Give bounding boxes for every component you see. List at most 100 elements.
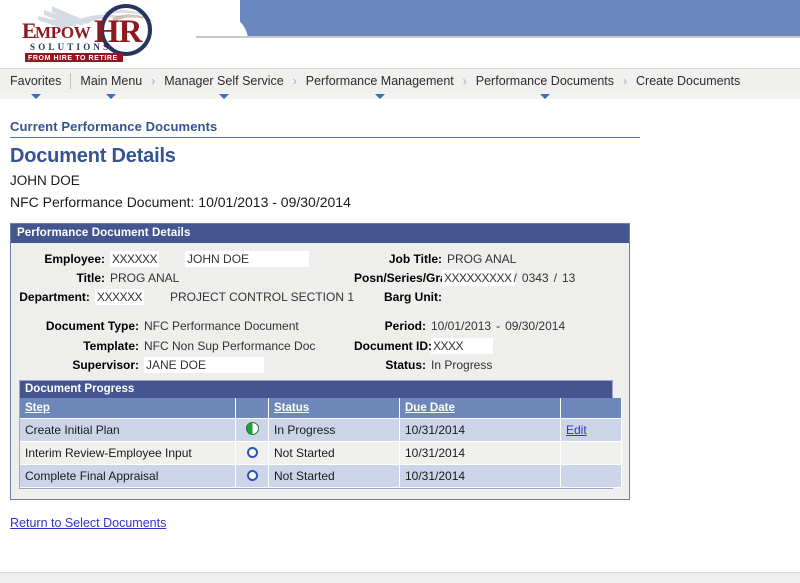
template-value: NFC Non Sup Performance Doc: [144, 339, 316, 353]
half-circle-green-icon: [245, 422, 259, 435]
column-header-icon: [235, 398, 269, 419]
nav-item-label: Create Documents: [636, 74, 741, 88]
series-value: 0343: [521, 271, 549, 285]
cell-status-icon: [235, 441, 269, 465]
template-label: Template:: [83, 339, 139, 353]
nav-item-label: Manager Self Service: [164, 74, 284, 88]
series-separator: /: [513, 271, 517, 285]
document-id-label: Document ID:: [354, 339, 432, 353]
nav-item-create-documents[interactable]: Create Documents: [629, 69, 747, 93]
department-name-value: PROJECT CONTROL SECTION 1: [169, 290, 354, 304]
cell-status: In Progress: [268, 418, 400, 442]
column-header-step[interactable]: Step: [20, 398, 236, 419]
cell-status: Not Started: [268, 464, 400, 488]
document-progress-caption: Document Progress: [20, 381, 612, 398]
title-label: Title:: [76, 271, 105, 285]
employee-label: Employee:: [44, 252, 105, 266]
period-end-value: 09/30/2014: [505, 319, 566, 333]
nav-separator: [70, 73, 72, 89]
job-title-value: PROG ANAL: [447, 252, 517, 266]
document-period-heading: NFC Performance Document: 10/01/2013 - 0…: [10, 194, 351, 210]
cell-due-date: 10/31/2014: [399, 418, 561, 442]
field-row-title: Title: PROG ANAL Posn/Series/Grade XXXXX…: [19, 270, 621, 287]
chevron-right-icon: ›: [623, 74, 628, 88]
department-id-value: XXXXXX: [94, 289, 144, 305]
status-value: In Progress: [431, 358, 493, 372]
table-row: Create Initial Plan In Progress 10/31/20…: [20, 418, 622, 442]
performance-document-details-panel: Performance Document Details Employee: X…: [10, 223, 630, 500]
panel-title: Performance Document Details: [11, 224, 629, 243]
return-to-select-documents-link[interactable]: Return to Select Documents: [10, 516, 166, 530]
svg-text:SOLUTIONS: SOLUTIONS: [30, 42, 111, 52]
nav-item-label: Main Menu: [80, 74, 143, 88]
svg-text:MPOW: MPOW: [35, 23, 91, 42]
edit-link[interactable]: Edit: [566, 423, 587, 437]
grade-separator: /: [553, 271, 557, 285]
nav-item-label: Performance Documents: [475, 74, 615, 88]
breadcrumb: Current Performance Documents: [10, 119, 218, 134]
progress-table: Step Status Due Date Create Initial Plan: [20, 398, 622, 488]
cell-step: Create Initial Plan: [20, 418, 236, 442]
document-id-value: XXXX: [431, 338, 494, 354]
bottom-strip: [0, 572, 800, 583]
employee-name-heading: JOHN DOE: [10, 173, 80, 188]
column-header-action: [560, 398, 622, 419]
status-label: Status:: [385, 358, 426, 372]
job-title-label: Job Title:: [388, 252, 442, 266]
table-row: Interim Review-Employee Input Not Starte…: [20, 441, 622, 465]
cell-step: Complete Final Appraisal: [20, 464, 236, 488]
nav-item-favorites[interactable]: Favorites: [3, 69, 68, 99]
column-header-status[interactable]: Status: [268, 398, 400, 419]
field-row-employee: Employee: XXXXXX JOHN DOE Job Title: PRO…: [19, 251, 621, 268]
cell-action[interactable]: Edit: [560, 418, 622, 442]
empowhr-logo[interactable]: E MPOW HR SOLUTIONS FROM HIRE TO RETIRE: [8, 2, 194, 66]
supervisor-value: JANE DOE: [144, 357, 265, 373]
field-spacer: [19, 308, 621, 319]
chevron-right-icon: ›: [151, 74, 156, 88]
field-row-supervisor: Supervisor: JANE DOE Status: In Progress: [19, 357, 621, 374]
employee-id-value: XXXXXX: [110, 251, 160, 267]
nav-item-label: Performance Management: [305, 74, 454, 88]
period-label: Period:: [384, 319, 426, 333]
document-type-value: NFC Performance Document: [144, 319, 299, 333]
cell-action: [560, 441, 622, 465]
department-label: Department:: [19, 290, 90, 304]
grade-value: 13: [561, 271, 576, 285]
barg-unit-label: Barg Unit:: [384, 290, 442, 304]
page-content: Current Performance Documents Document D…: [0, 119, 800, 530]
field-row-department: Department: XXXXXX PROJECT CONTROL SECTI…: [19, 289, 621, 306]
banner-shadow: [196, 36, 800, 38]
cell-status: Not Started: [268, 441, 400, 465]
field-row-template: Template: NFC Non Sup Performance Doc Do…: [19, 338, 621, 355]
position-number-value: XXXXXXXXX: [442, 270, 514, 286]
period-start-value: 10/01/2013: [431, 319, 492, 333]
nav-item-performance-management[interactable]: Performance Management: [299, 69, 461, 99]
cell-step: Interim Review-Employee Input: [20, 441, 236, 465]
field-row-document-type: Document Type: NFC Performance Document …: [19, 319, 621, 336]
document-type-label: Document Type:: [45, 319, 139, 333]
chevron-down-icon: [30, 94, 41, 99]
employee-name-value: JOHN DOE: [185, 251, 310, 267]
cell-action: [560, 464, 622, 488]
chevron-down-icon: [219, 94, 229, 99]
table-row: Complete Final Appraisal Not Started 10/…: [20, 464, 622, 488]
title-value: PROG ANAL: [110, 271, 180, 285]
document-progress-grid: Document Progress Step Status Due Date C…: [19, 380, 622, 489]
chevron-right-icon: ›: [292, 74, 297, 88]
chevron-down-icon: [374, 94, 385, 99]
nav-item-manager-self-service[interactable]: Manager Self Service: [157, 69, 291, 99]
panel-body: Employee: XXXXXX JOHN DOE Job Title: PRO…: [11, 243, 629, 499]
banner-blue-bar: [240, 0, 800, 38]
chevron-right-icon: ›: [462, 74, 467, 88]
app-banner: E MPOW HR SOLUTIONS FROM HIRE TO RETIRE: [0, 0, 800, 68]
chevron-down-icon: [106, 94, 117, 99]
nav-item-main-menu[interactable]: Main Menu: [73, 69, 149, 99]
breadcrumb-nav[interactable]: Favorites Main Menu › Manager Self Servi…: [0, 68, 800, 99]
cell-due-date: 10/31/2014: [399, 464, 561, 488]
posn-series-grade-label: Posn/Series/Grade: [354, 271, 461, 285]
nav-item-performance-documents[interactable]: Performance Documents: [469, 69, 621, 99]
cell-status-icon: [235, 418, 269, 442]
column-header-due-date[interactable]: Due Date: [399, 398, 561, 419]
cell-due-date: 10/31/2014: [399, 441, 561, 465]
breadcrumb-rule: [10, 137, 640, 138]
